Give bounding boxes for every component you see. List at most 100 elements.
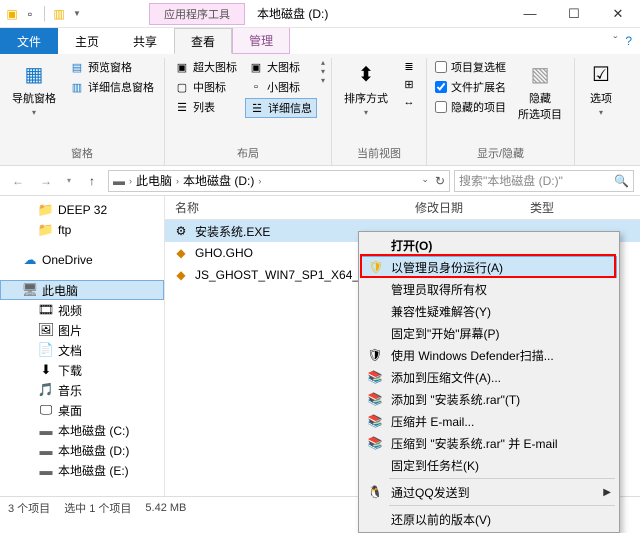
help-icon[interactable]: ? — [625, 34, 632, 48]
ctx-troubleshoot[interactable]: 兼容性疑难解答(Y) — [361, 300, 617, 322]
group-options-label — [581, 147, 621, 163]
ctx-label: 兼容性疑难解答(Y) — [391, 303, 491, 320]
ctx-separator — [389, 478, 615, 479]
layout-up-icon[interactable]: ▴ — [321, 58, 325, 67]
small-icons-button[interactable]: ▫小图标 — [245, 78, 317, 96]
tree-item-desktop[interactable]: 🖵桌面 — [0, 400, 164, 420]
nav-pane-button[interactable]: ▦ 导航窗格 ▾ — [6, 58, 62, 119]
tree-item-documents[interactable]: 📄文档 — [0, 340, 164, 360]
tab-share[interactable]: 共享 — [116, 28, 174, 54]
breadcrumb-thispc[interactable]: 此电脑 — [136, 172, 172, 189]
sort-button[interactable]: ⬍ 排序方式 ▾ — [338, 58, 394, 119]
forward-button[interactable]: → — [34, 169, 58, 193]
status-item-count: 3 个项目 — [8, 500, 50, 516]
xl-label: 超大图标 — [193, 59, 237, 75]
addcol-button[interactable]: ⊞ — [398, 76, 420, 92]
ribbon-actions: ˇ ? — [613, 28, 640, 54]
maximize-button[interactable]: ☐ — [552, 0, 596, 28]
tree-label: 音乐 — [58, 382, 82, 399]
file-ext-checkbox[interactable] — [435, 81, 447, 93]
tree-item-videos[interactable]: 🎞视频 — [0, 300, 164, 320]
list-icon: ☰ — [175, 100, 189, 114]
address-bar: ← → ▾ ↑ ▬ › 此电脑 › 本地磁盘 (D:) › ⌄ ↻ 搜索"本地磁… — [0, 166, 640, 196]
medium-icons-button[interactable]: ▢中图标 — [171, 78, 241, 96]
extra-large-icons-button[interactable]: ▣超大图标 — [171, 58, 241, 76]
qat-newfolder-icon[interactable]: ▥ — [51, 6, 67, 22]
qat-dropdown-icon[interactable]: ▼ — [69, 6, 85, 22]
tree-label: 本地磁盘 (E:) — [58, 462, 129, 479]
hidden-items-toggle[interactable]: 隐藏的项目 — [433, 98, 508, 116]
tree-item-onedrive[interactable]: ☁OneDrive — [0, 250, 164, 270]
tree-item-downloads[interactable]: ⬇下载 — [0, 360, 164, 380]
file-ext-toggle[interactable]: 文件扩展名 — [433, 78, 508, 96]
breadcrumb-drive[interactable]: 本地磁盘 (D:) — [183, 172, 254, 189]
item-checkboxes-toggle[interactable]: 项目复选框 — [433, 58, 508, 76]
tab-file[interactable]: 文件 — [0, 28, 58, 54]
item-checkboxes-checkbox[interactable] — [435, 61, 447, 73]
column-modified[interactable]: 修改日期 — [405, 196, 520, 219]
ribbon-group-showhide: 项目复选框 文件扩展名 隐藏的项目 ▧ 隐藏 所选项目 显示/隐藏 — [427, 58, 575, 165]
nav-pane-icon: ▦ — [20, 60, 48, 88]
tree-item-music[interactable]: 🎵音乐 — [0, 380, 164, 400]
ctx-qq-send[interactable]: 🐧通过QQ发送到▶ — [361, 481, 617, 503]
drive-icon: ▬ — [38, 462, 54, 478]
groupby-button[interactable]: ≣ — [398, 58, 420, 74]
ctx-run-as-admin[interactable]: 🛡以管理员身份运行(A) — [361, 256, 617, 278]
details-view-button[interactable]: ☱详细信息 — [245, 98, 317, 118]
large-icons-button[interactable]: ▣大图标 — [245, 58, 317, 76]
ctx-restore-version[interactable]: 还原以前的版本(V) — [361, 508, 617, 530]
info-pane-button[interactable]: ▥详细信息窗格 — [66, 78, 158, 96]
ribbon-group-layout: ▣超大图标 ▢中图标 ☰ 列表 ▣大图标 ▫小图标 ☱详细信息 ▴ ▾ ▾ 布局 — [165, 58, 332, 165]
tab-manage[interactable]: 管理 — [232, 28, 290, 54]
ctx-add-rar[interactable]: 📚添加到 "安装系统.rar"(T) — [361, 388, 617, 410]
hide-selected-button[interactable]: ▧ 隐藏 所选项目 — [512, 58, 568, 124]
address-box[interactable]: ▬ › 此电脑 › 本地磁盘 (D:) › ⌄ ↻ — [108, 170, 450, 192]
tree-item-thispc[interactable]: 🖥此电脑 — [0, 280, 164, 300]
list-view-button[interactable]: ☰ 列表 — [171, 98, 241, 116]
ribbon-collapse-icon[interactable]: ˇ — [613, 34, 617, 48]
details-icon: ☱ — [250, 101, 264, 115]
group-layout-label: 布局 — [171, 143, 325, 163]
group-panes-label: 窗格 — [6, 143, 158, 163]
ctx-label: 添加到 "安装系统.rar"(T) — [391, 391, 520, 408]
tree-item-drive-e[interactable]: ▬本地磁盘 (E:) — [0, 460, 164, 480]
ctx-defender-scan[interactable]: 🛡使用 Windows Defender扫描... — [361, 344, 617, 366]
contextual-tab-label: 应用程序工具 — [149, 3, 245, 25]
tree-item-deep32[interactable]: 📁DEEP 32 — [0, 200, 164, 220]
ctx-separator — [389, 505, 615, 506]
refresh-icon[interactable]: ↻ — [435, 174, 445, 188]
status-size: 5.42 MB — [145, 502, 186, 514]
minimize-button[interactable]: — — [508, 0, 552, 28]
tree-item-drive-d[interactable]: ▬本地磁盘 (D:) — [0, 440, 164, 460]
layout-down-icon[interactable]: ▾ — [321, 76, 325, 85]
qat-properties-icon[interactable]: ▫ — [22, 6, 38, 22]
ctx-compress-email[interactable]: 📚压缩并 E-mail... — [361, 410, 617, 432]
layout-expand-icon[interactable]: ▾ — [321, 67, 325, 76]
address-dropdown-icon[interactable]: ⌄ — [421, 174, 429, 188]
column-type[interactable]: 类型 — [520, 196, 600, 219]
tree-item-pictures[interactable]: 🖼图片 — [0, 320, 164, 340]
back-button[interactable]: ← — [6, 169, 30, 193]
sizecol-button[interactable]: ↔ — [398, 94, 420, 110]
history-dropdown[interactable]: ▾ — [62, 169, 76, 193]
preview-pane-button[interactable]: ▤预览窗格 — [66, 58, 158, 76]
ctx-open[interactable]: 打开(O) — [361, 234, 617, 256]
column-name[interactable]: 名称 — [165, 196, 405, 219]
ctx-add-archive[interactable]: 📚添加到压缩文件(A)... — [361, 366, 617, 388]
list-label: 列表 — [193, 99, 215, 115]
ctx-pin-start[interactable]: 固定到"开始"屏幕(P) — [361, 322, 617, 344]
options-icon: ☑ — [587, 60, 615, 88]
tree-item-ftp[interactable]: 📁ftp — [0, 220, 164, 240]
options-button[interactable]: ☑ 选项 ▾ — [581, 58, 621, 119]
ctx-admin-ownership[interactable]: 管理员取得所有权 — [361, 278, 617, 300]
tree-item-drive-c[interactable]: ▬本地磁盘 (C:) — [0, 420, 164, 440]
search-icon: 🔍 — [614, 174, 629, 188]
hidden-items-checkbox[interactable] — [435, 101, 447, 113]
tab-view[interactable]: 查看 — [174, 28, 232, 54]
search-box[interactable]: 搜索"本地磁盘 (D:)" 🔍 — [454, 170, 634, 192]
ctx-rar-email[interactable]: 📚压缩到 "安装系统.rar" 并 E-mail — [361, 432, 617, 454]
up-button[interactable]: ↑ — [80, 169, 104, 193]
ctx-pin-taskbar[interactable]: 固定到任务栏(K) — [361, 454, 617, 476]
tab-home[interactable]: 主页 — [58, 28, 116, 54]
close-button[interactable]: ✕ — [596, 0, 640, 28]
